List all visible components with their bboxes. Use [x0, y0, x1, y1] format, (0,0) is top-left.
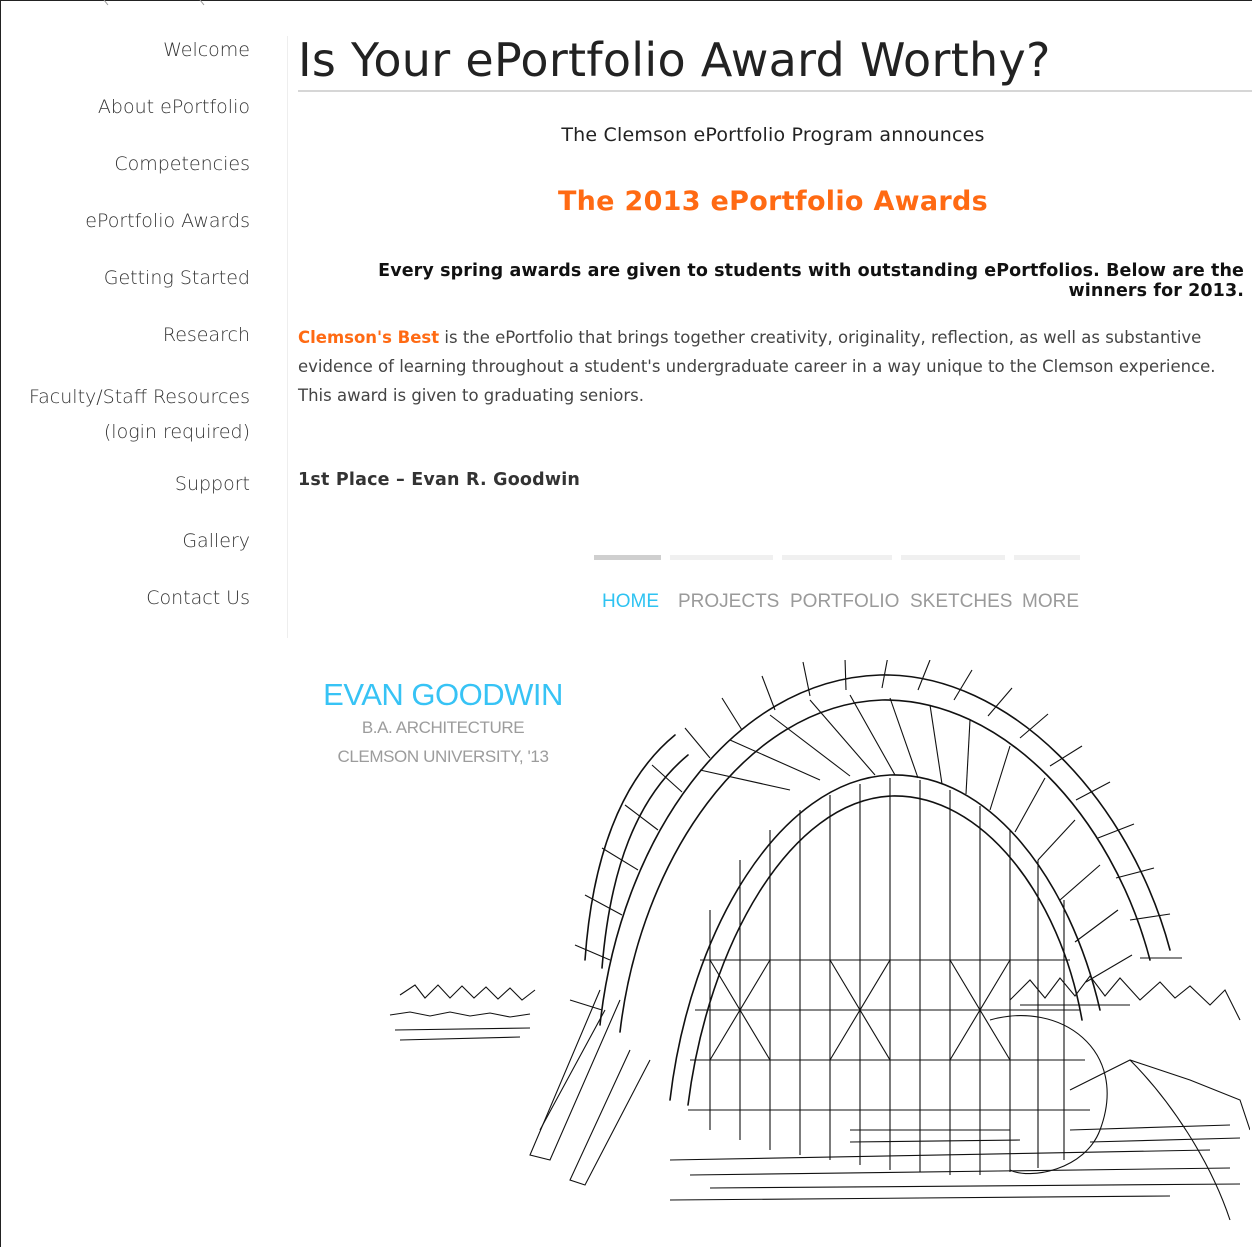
sidebar-nav: Welcome About ePortfolio Competencies eP…	[0, 38, 250, 643]
top-border-ticks	[103, 0, 205, 6]
portfolio-preview-nav: HOME PROJECTS PORTFOLIO SKETCHES MORE	[594, 555, 1094, 625]
sidebar-divider	[287, 36, 288, 638]
announcement-intro: The Clemson ePortfolio Program announces	[561, 124, 985, 146]
nav-item-contact-us[interactable]: Contact Us	[0, 586, 250, 610]
preview-nav-portfolio[interactable]: PORTFOLIO	[782, 555, 899, 613]
nav-item-faculty-login-note: (login required)	[103, 421, 250, 443]
nav-item-welcome[interactable]: Welcome	[0, 38, 250, 62]
nav-item-competencies[interactable]: Competencies	[0, 152, 250, 176]
nav-item-faculty-staff-resources[interactable]: Faculty/Staff Resources (login required)	[0, 380, 250, 450]
nav-item-faculty-label: Faculty/Staff Resources	[28, 386, 250, 408]
nav-item-research[interactable]: Research	[0, 323, 250, 347]
awards-lead-text: Every spring awards are given to student…	[378, 261, 1244, 301]
nav-item-about-eportfolio[interactable]: About ePortfolio	[0, 95, 250, 119]
architecture-sketch-icon	[389, 660, 1250, 1221]
first-place-label: 1st Place – Evan R. Goodwin	[298, 470, 581, 490]
main-content: Is Your ePortfolio Award Worthy? The Cle…	[298, 30, 1252, 490]
nav-item-eportfolio-awards[interactable]: ePortfolio Awards	[0, 209, 250, 233]
nav-item-getting-started[interactable]: Getting Started	[0, 266, 250, 290]
page-title: Is Your ePortfolio Award Worthy?	[298, 30, 1252, 92]
nav-item-gallery[interactable]: Gallery	[0, 529, 250, 553]
preview-nav-home[interactable]: HOME	[594, 555, 661, 613]
preview-nav-more[interactable]: MORE	[1014, 555, 1080, 613]
award-name: Clemson's Best	[298, 328, 440, 347]
preview-nav-projects[interactable]: PROJECTS	[670, 555, 779, 613]
nav-item-support[interactable]: Support	[0, 472, 250, 496]
award-description: Clemson's Best is the ePortfolio that br…	[298, 323, 1243, 410]
awards-heading: The 2013 ePortfolio Awards	[557, 186, 989, 217]
preview-nav-sketches[interactable]: SKETCHES	[901, 555, 1012, 613]
